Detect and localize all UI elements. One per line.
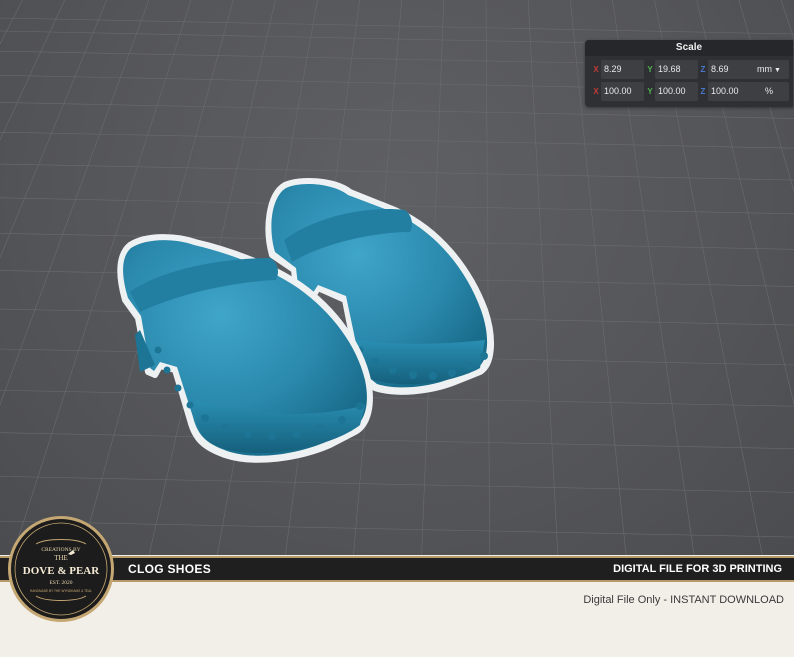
y-axis-label: Y [647,87,653,96]
percent-x-field[interactable]: 100.00 [601,82,644,101]
scale-size-row: X 8.29 Y 19.68 Z 8.69 mm ▼ [591,60,789,80]
logo-tagline-text: HANDMADE BY THE WYNDHAMS & TEAL [30,589,92,593]
unit-label: mm [757,64,773,74]
product-banner: CLOG SHOES DIGITAL FILE FOR 3D PRINTING [0,556,794,582]
chevron-down-icon: ▼ [774,67,781,74]
logo-est-text: EST. 2020 [49,580,72,586]
scale-percent-row: X 100.00 Y 100.00 Z 100.00 % [591,82,789,102]
percent-y-field[interactable]: 100.00 [655,82,698,101]
z-axis-label: Z [700,87,706,96]
size-x-field[interactable]: 8.29 [601,60,644,79]
scale-panel-title: Scale [585,40,793,56]
x-axis-label: X [593,65,599,74]
size-z-field[interactable]: 8.69 [708,60,751,79]
scale-panel: Scale X 8.29 Y 19.68 Z 8.69 mm ▼ X 100.00… [585,40,793,107]
dove-and-pear-logo: CREATIONS BY THE DOVE & PEAR EST. 2020 H… [8,516,114,622]
percent-unit-button[interactable]: % [749,82,789,101]
logo-the-text: THE [54,554,68,562]
logo-top-text: CREATIONS BY [41,547,80,553]
unit-dropdown[interactable]: mm ▼ [749,60,789,79]
3d-viewport[interactable]: Scale X 8.29 Y 19.68 Z 8.69 mm ▼ X 100.00… [0,0,794,555]
download-note: Digital File Only - INSTANT DOWNLOAD [583,594,784,606]
file-type-title: DIGITAL FILE FOR 3D PRINTING [613,563,782,575]
z-axis-label: Z [700,65,706,74]
size-y-field[interactable]: 19.68 [655,60,698,79]
y-axis-label: Y [647,65,653,74]
percent-z-field[interactable]: 100.00 [708,82,751,101]
product-title: CLOG SHOES [128,562,212,576]
logo-name-text: DOVE & PEAR [23,565,100,577]
x-axis-label: X [593,87,599,96]
